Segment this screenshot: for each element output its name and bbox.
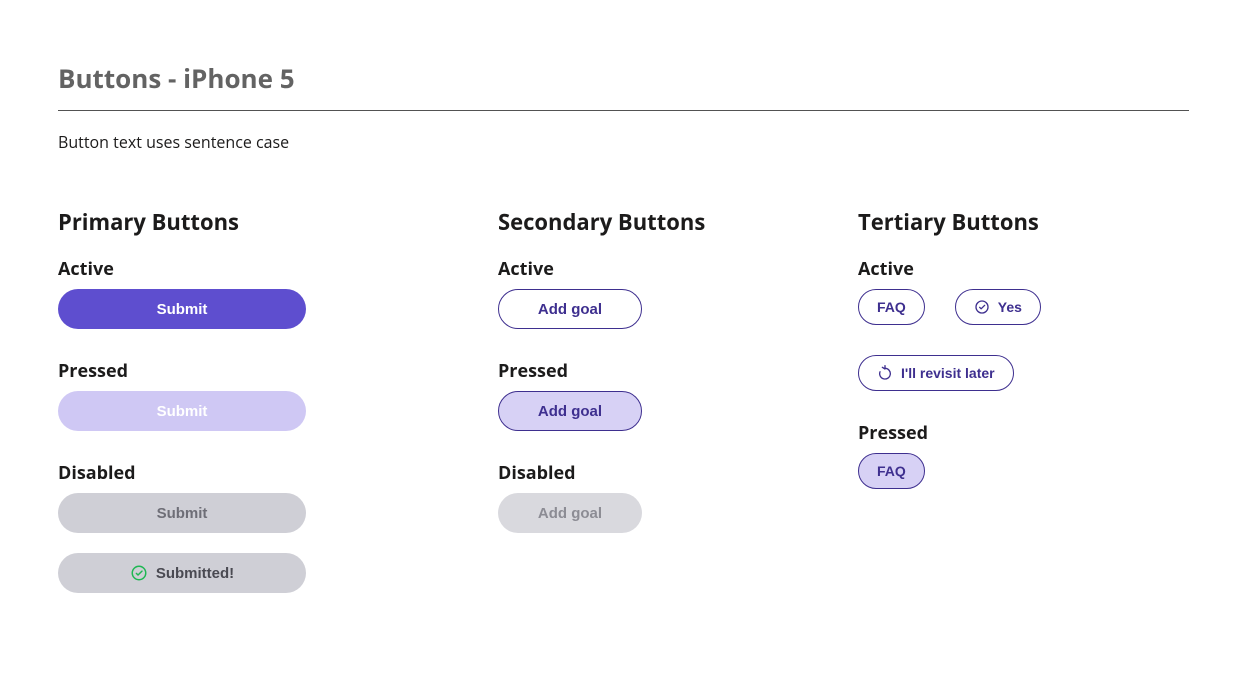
tertiary-faq-button[interactable]: FAQ [858, 289, 925, 325]
secondary-heading: Secondary Buttons [498, 207, 798, 237]
secondary-active-block: Active Add goal [498, 257, 798, 329]
tertiary-faq-pressed-button[interactable]: FAQ [858, 453, 925, 489]
secondary-active-button-label: Add goal [538, 301, 602, 318]
tertiary-faq-pressed-label: FAQ [877, 463, 906, 479]
primary-active-block: Active Submit [58, 257, 438, 329]
tertiary-active-row: FAQ Yes [858, 289, 1189, 391]
secondary-column: Secondary Buttons Active Add goal Presse… [498, 207, 798, 623]
tertiary-pressed-block: Pressed FAQ [858, 421, 1189, 489]
checkmark-circle-icon [974, 299, 990, 315]
checkmark-circle-icon [130, 564, 148, 582]
secondary-disabled-block: Disabled Add goal [498, 461, 798, 533]
secondary-pressed-button[interactable]: Add goal [498, 391, 642, 431]
tertiary-active-block: Active FAQ Yes [858, 257, 1189, 391]
primary-pressed-label: Pressed [58, 359, 438, 383]
primary-disabled-button-label: Submit [157, 505, 208, 522]
tertiary-revisit-label: I'll revisit later [901, 365, 995, 381]
primary-active-label: Active [58, 257, 438, 281]
tertiary-faq-label: FAQ [877, 299, 906, 315]
tertiary-pressed-label: Pressed [858, 421, 1189, 445]
secondary-active-button[interactable]: Add goal [498, 289, 642, 329]
tertiary-yes-button[interactable]: Yes [955, 289, 1041, 325]
columns: Primary Buttons Active Submit Pressed Su… [58, 207, 1189, 623]
primary-disabled-button: Submit [58, 493, 306, 533]
secondary-disabled-label: Disabled [498, 461, 798, 485]
page-subtitle: Button text uses sentence case [58, 131, 1189, 153]
secondary-active-label: Active [498, 257, 798, 281]
tertiary-revisit-button[interactable]: I'll revisit later [858, 355, 1014, 391]
tertiary-heading: Tertiary Buttons [858, 207, 1189, 237]
primary-submitted-button: Submitted! [58, 553, 306, 593]
secondary-disabled-button: Add goal [498, 493, 642, 533]
primary-column: Primary Buttons Active Submit Pressed Su… [58, 207, 438, 623]
tertiary-yes-label: Yes [998, 299, 1022, 315]
primary-submitted-button-label: Submitted! [156, 565, 234, 582]
secondary-pressed-button-label: Add goal [538, 403, 602, 420]
primary-active-button-label: Submit [157, 301, 208, 318]
primary-pressed-block: Pressed Submit [58, 359, 438, 431]
secondary-pressed-label: Pressed [498, 359, 798, 383]
replay-icon [877, 365, 893, 381]
primary-pressed-button-label: Submit [157, 403, 208, 420]
tertiary-active-label: Active [858, 257, 1189, 281]
secondary-disabled-button-label: Add goal [538, 505, 602, 522]
primary-heading: Primary Buttons [58, 207, 438, 237]
tertiary-column: Tertiary Buttons Active FAQ Yes [858, 207, 1189, 623]
primary-pressed-button[interactable]: Submit [58, 391, 306, 431]
primary-disabled-label: Disabled [58, 461, 438, 485]
page-title: Buttons - iPhone 5 [58, 60, 1189, 111]
primary-disabled-block: Disabled Submit Submitted! [58, 461, 438, 593]
primary-active-button[interactable]: Submit [58, 289, 306, 329]
secondary-pressed-block: Pressed Add goal [498, 359, 798, 431]
